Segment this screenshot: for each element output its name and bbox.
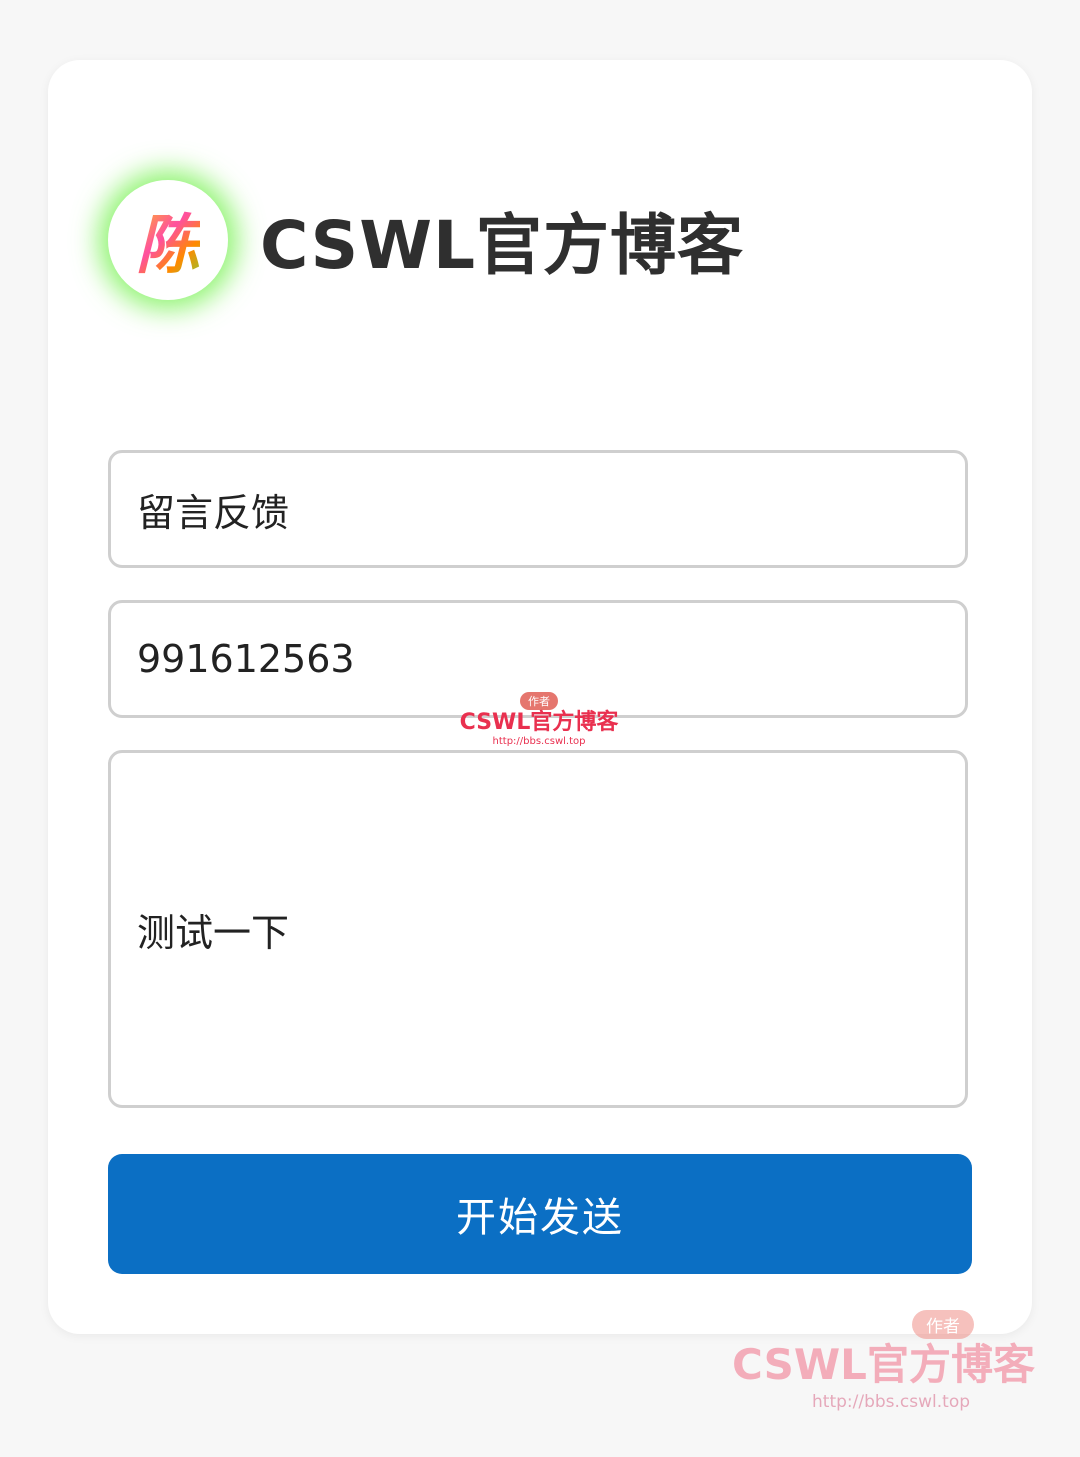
subject-input-value: 留言反馈 — [137, 490, 290, 535]
feedback-card: 陈 CSWL官方博客 留言反馈 991612563 测试一下 开始发送 — [48, 60, 1032, 1334]
contact-input-value: 991612563 — [137, 637, 355, 681]
watermark-title: CSWL官方博客 — [732, 1340, 1035, 1389]
avatar[interactable]: 陈 — [108, 180, 228, 300]
message-textarea-value: 测试一下 — [137, 910, 290, 955]
message-textarea[interactable]: 测试一下 — [108, 750, 968, 1108]
site-header: 陈 CSWL官方博客 — [108, 180, 744, 300]
send-button[interactable]: 开始发送 — [108, 1154, 972, 1274]
subject-input[interactable]: 留言反馈 — [108, 450, 968, 568]
watermark-url: http://bbs.cswl.top — [812, 1392, 971, 1412]
avatar-logo-glyph: 陈 — [136, 194, 200, 286]
contact-input[interactable]: 991612563 — [108, 600, 968, 718]
site-title: CSWL官方博客 — [260, 207, 745, 284]
